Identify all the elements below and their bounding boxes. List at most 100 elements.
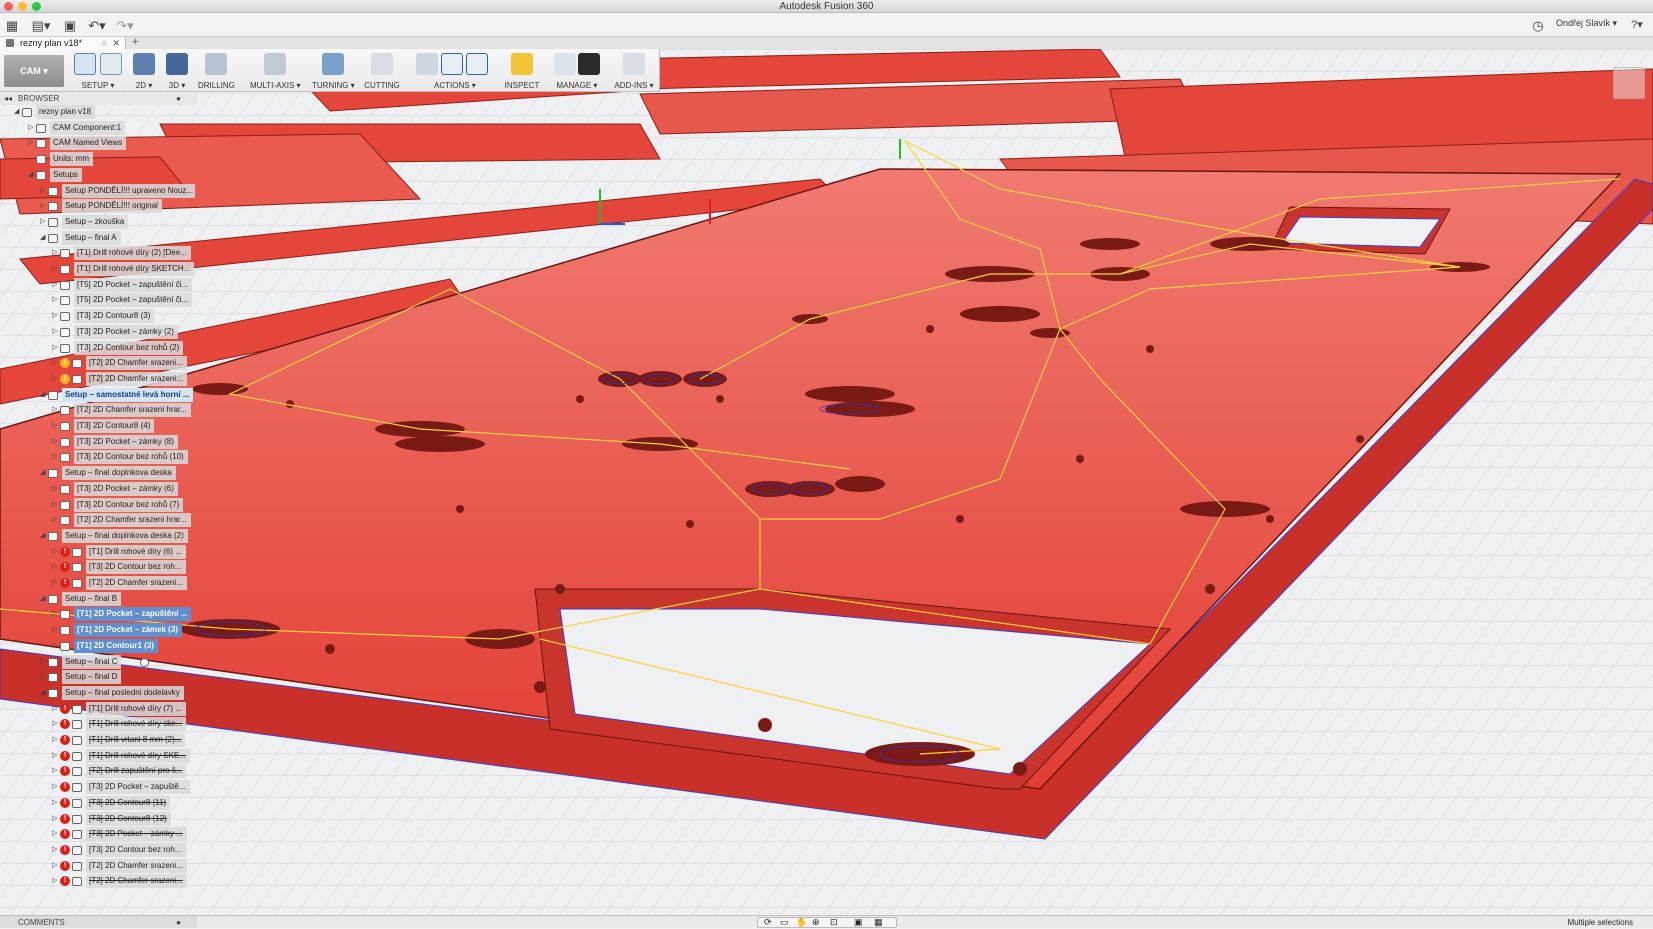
save-icon[interactable]: ▣: [62, 17, 78, 34]
expand-toggle-icon[interactable]: ▷: [52, 859, 57, 873]
expand-toggle-icon[interactable]: ◢: [40, 388, 45, 402]
workspace-switcher[interactable]: CAM ▾: [4, 55, 64, 87]
browser-node[interactable]: [T1] Drill rohové díry (7) ...: [86, 701, 186, 716]
expand-toggle-icon[interactable]: ◢: [40, 231, 45, 245]
expand-toggle-icon[interactable]: ▷: [40, 184, 45, 198]
browser-node[interactable]: [T2] 2D Chamfer srazeni...: [86, 356, 187, 371]
browser-node[interactable]: [T1] 2D Pocket – zapuštění ...: [74, 607, 192, 622]
browser-node[interactable]: [T3] 2D Pocket – zapuště...: [86, 780, 190, 795]
expand-toggle-icon[interactable]: ▷: [40, 670, 45, 684]
expand-toggle-icon[interactable]: ▷: [52, 372, 57, 386]
expand-toggle-icon[interactable]: ▷: [40, 215, 45, 229]
browser-node[interactable]: [T3] 2D Contour bez roh...: [86, 842, 186, 857]
expand-toggle-icon[interactable]: ▷: [52, 749, 57, 763]
data-panel-grid-icon[interactable]: ▦: [4, 17, 20, 34]
actions-group[interactable]: ACTIONS ▾: [414, 52, 490, 90]
browser-node[interactable]: [T3] 2D Contour bez rohů (2): [74, 340, 184, 355]
drilling-group[interactable]: DRILLING: [198, 52, 235, 90]
activate-setup-radio-icon[interactable]: [140, 657, 149, 667]
expand-toggle-icon[interactable]: ▷: [40, 655, 45, 669]
turning-group[interactable]: TURNING ▾: [312, 52, 355, 90]
browser-node[interactable]: [T3] 2D Contour8 (12): [86, 811, 171, 826]
browser-node[interactable]: [T1] 2D Contour1 (3): [74, 638, 158, 653]
comments-options-icon[interactable]: ●: [176, 916, 181, 929]
expand-toggle-icon[interactable]: ▷: [52, 545, 57, 559]
expand-toggle-icon[interactable]: ▷: [52, 450, 57, 464]
collapse-browser-icon[interactable]: ◂◂: [4, 93, 12, 105]
expand-toggle-icon[interactable]: ▷: [52, 356, 57, 370]
cutting-group[interactable]: CUTTING: [364, 52, 400, 90]
browser-node[interactable]: [T3] 2D Contour8 (4): [74, 419, 155, 433]
viewcube[interactable]: [1613, 67, 1645, 99]
browser-node[interactable]: [T2] 2D Chamfer srazeni...: [86, 874, 187, 889]
expand-toggle-icon[interactable]: ▷: [52, 717, 57, 731]
browser-node[interactable]: [T1] Drill rohové díry (2) [Dee...: [74, 246, 191, 261]
browser-node[interactable]: Setup – final D: [62, 670, 122, 685]
expand-toggle-icon[interactable]: ▷: [40, 199, 45, 213]
undo-icon[interactable]: ↶▾: [86, 17, 108, 34]
add-ins-group[interactable]: ADD-INS ▾: [612, 52, 656, 90]
expand-toggle-icon[interactable]: ▷: [52, 435, 57, 449]
browser-node[interactable]: Setup – zkouška: [62, 214, 129, 229]
browser-node[interactable]: [T3] 2D Pocket – zámky (2): [74, 324, 178, 339]
comments-panel[interactable]: COMMENTS ●: [0, 915, 197, 928]
browser-node[interactable]: Setup – final posledni dodelavky: [62, 685, 184, 700]
expand-toggle-icon[interactable]: ▷: [52, 733, 57, 747]
expand-toggle-icon[interactable]: ▷: [52, 796, 57, 810]
expand-toggle-icon[interactable]: ▷: [52, 262, 57, 276]
2d-group[interactable]: 2D ▾: [130, 52, 158, 90]
expand-toggle-icon[interactable]: ▷: [52, 576, 57, 590]
browser-node[interactable]: [T1] Drill rohové díry SKE...: [86, 748, 190, 763]
expand-toggle-icon[interactable]: ▷: [28, 121, 33, 135]
browser-node[interactable]: Setup – samostatné levá horní ...: [62, 387, 194, 402]
browser-node[interactable]: [T3] 2D Pocket – zámky (8): [74, 434, 178, 449]
grid-settings-icon[interactable]: ▦: [874, 917, 883, 928]
expand-toggle-icon[interactable]: ▷: [52, 812, 57, 826]
expand-toggle-icon[interactable]: ▷: [52, 843, 57, 857]
browser-node[interactable]: [T3] 2D Contour8 (3): [74, 309, 155, 324]
browser-node[interactable]: [T2] 2D Chamfer srazeni...: [86, 371, 187, 386]
help-icon[interactable]: ?▾: [1628, 17, 1646, 34]
expand-toggle-icon[interactable]: ◢: [40, 529, 45, 543]
browser-node[interactable]: CAM Component:1: [50, 120, 126, 135]
browser-node[interactable]: [T3] 2D Pocket – zámky (6): [74, 481, 178, 496]
browser-options-icon[interactable]: ●: [176, 93, 181, 105]
browser-node[interactable]: Setup PONDĚLÍ!!! original: [62, 199, 162, 214]
minimize-window-button[interactable]: [18, 2, 27, 11]
browser-node[interactable]: [T2] Drill zapuštění pro š...: [86, 764, 187, 779]
browser-node[interactable]: Setup – final B: [62, 591, 122, 606]
expand-toggle-icon[interactable]: ▷: [52, 764, 57, 778]
browser-node[interactable]: [T3] 2D Contour8 (11): [86, 795, 171, 810]
expand-toggle-icon[interactable]: ▷: [52, 278, 57, 292]
close-window-button[interactable]: [4, 2, 13, 11]
expand-toggle-icon[interactable]: ◢: [14, 105, 19, 119]
redo-icon[interactable]: ↷▾: [114, 17, 136, 34]
expand-toggle-icon[interactable]: ▷: [52, 780, 57, 794]
browser-node[interactable]: [T1] 2D Pocket – zámek (3): [74, 623, 182, 638]
browser-node[interactable]: [T2] 2D Chamfer srazeni...: [86, 858, 187, 873]
3d-viewport[interactable]: [0, 49, 1653, 915]
expand-toggle-icon[interactable]: ▷: [52, 325, 57, 339]
expand-toggle-icon[interactable]: ▷: [52, 560, 57, 574]
browser-node[interactable]: CAM Named Views: [50, 136, 127, 151]
browser-node[interactable]: Setup – final C: [62, 654, 122, 669]
expand-toggle-icon[interactable]: ▷: [52, 639, 57, 653]
new-tab-button[interactable]: +: [132, 36, 138, 48]
browser-node[interactable]: [T2] 2D Chamfer srazeni hrar...: [74, 403, 191, 418]
browser-node[interactable]: [T3] 2D Contour bez roh...: [86, 560, 186, 575]
browser-node[interactable]: [T3] 2D Contour bez rohů (7): [74, 497, 184, 512]
zoom-window-button[interactable]: [32, 2, 41, 11]
job-status-clock-icon[interactable]: ◷: [1530, 17, 1546, 34]
browser-node[interactable]: [T1] Drill rohové díry ske...: [86, 717, 187, 732]
expand-toggle-icon[interactable]: ▷: [52, 498, 57, 512]
browser-node[interactable]: rezny plan v18: [36, 105, 96, 119]
setup-group[interactable]: SETUP ▾: [70, 52, 126, 90]
display-settings-icon[interactable]: ▣: [854, 917, 863, 928]
browser-node[interactable]: Setup PONDĚLÍ!!! upraveno Nouz...: [62, 183, 195, 198]
browser-node[interactable]: Units: mm: [50, 152, 93, 167]
browser-node[interactable]: [T3] 2D Pocket – zámky ...: [86, 827, 187, 842]
browser-node[interactable]: Setups: [50, 167, 82, 182]
expand-toggle-icon[interactable]: ▷: [52, 513, 57, 527]
expand-toggle-icon[interactable]: ▷: [52, 293, 57, 307]
pan-icon[interactable]: ✋: [796, 917, 807, 928]
